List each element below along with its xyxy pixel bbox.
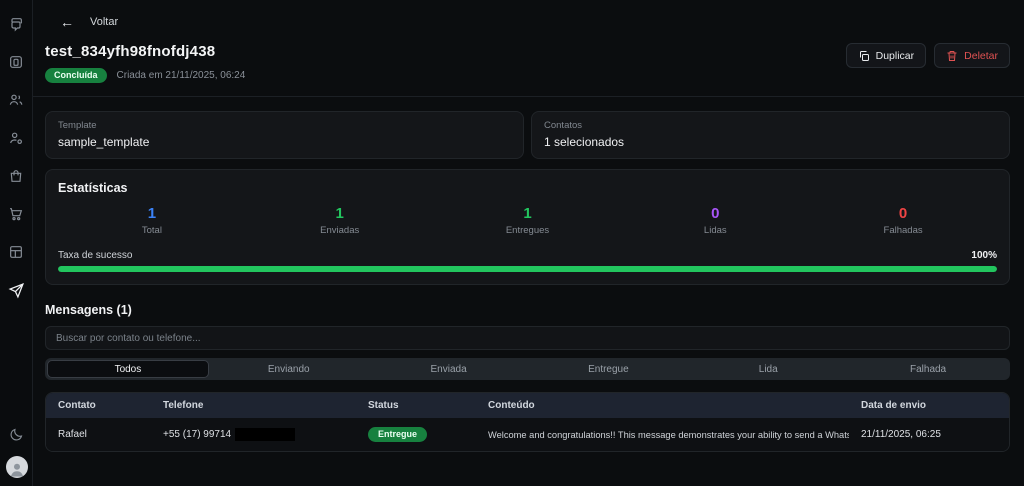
search-input[interactable] bbox=[45, 326, 1010, 350]
back-link[interactable]: Voltar bbox=[90, 16, 118, 28]
template-label: Template bbox=[58, 120, 511, 131]
template-card: Template sample_template bbox=[45, 111, 524, 159]
col-data-de-envio: Data de envio bbox=[849, 393, 1010, 418]
template-value: sample_template bbox=[58, 135, 511, 149]
stat-entregues: 1 Entregues bbox=[434, 205, 622, 236]
shopping-cart-icon[interactable] bbox=[4, 202, 28, 226]
messages-table: Contato Telefone Status Conteúdo Data de… bbox=[45, 392, 1010, 452]
page-title: test_834yfh98fnofdj438 bbox=[45, 43, 245, 60]
tab-entregue[interactable]: Entregue bbox=[528, 360, 688, 378]
trash-icon bbox=[946, 50, 958, 62]
cell-contact: Rafael bbox=[46, 418, 151, 451]
shopping-bag-icon[interactable] bbox=[4, 164, 28, 188]
table-header-row: Contato Telefone Status Conteúdo Data de… bbox=[46, 393, 1010, 418]
contacts-card: Contatos 1 selecionados bbox=[531, 111, 1010, 159]
panels-icon[interactable] bbox=[4, 240, 28, 264]
delete-button[interactable]: Deletar bbox=[934, 43, 1010, 68]
sidebar bbox=[0, 0, 33, 486]
cell-phone: +55 (17) 99714 bbox=[151, 418, 356, 451]
tab-todos[interactable]: Todos bbox=[47, 360, 209, 378]
chat-bubbles-icon[interactable] bbox=[4, 12, 28, 36]
statistics-title: Estatísticas bbox=[58, 181, 997, 195]
back-arrow-icon[interactable]: ← bbox=[60, 15, 74, 29]
success-progress-bar bbox=[58, 266, 997, 272]
col-conteudo: Conteúdo bbox=[476, 393, 849, 418]
stat-lidas: 0 Lidas bbox=[621, 205, 809, 236]
status-badge: Concluída bbox=[45, 68, 107, 83]
success-rate-value: 100% bbox=[971, 250, 997, 261]
statistics-card: Estatísticas 1 Total 1 Enviadas 1 Entreg… bbox=[45, 169, 1010, 285]
users-icon[interactable] bbox=[4, 88, 28, 112]
cell-date: 21/11/2025, 06:25 bbox=[849, 418, 1010, 451]
main-content: ← Voltar test_834yfh98fnofdj438 Concluíd… bbox=[33, 0, 1024, 486]
copy-icon bbox=[858, 50, 870, 62]
phone-redaction-box bbox=[235, 428, 295, 441]
cell-status: Entregue bbox=[356, 418, 476, 451]
col-status: Status bbox=[356, 393, 476, 418]
delivered-badge: Entregue bbox=[368, 427, 427, 442]
user-settings-icon[interactable] bbox=[4, 126, 28, 150]
back-row: ← Voltar bbox=[33, 0, 1024, 29]
moon-icon[interactable] bbox=[5, 422, 29, 446]
stat-total: 1 Total bbox=[58, 205, 246, 236]
contacts-label: Contatos bbox=[544, 120, 997, 131]
tab-falhada[interactable]: Falhada bbox=[848, 360, 1008, 378]
tab-lida[interactable]: Lida bbox=[688, 360, 848, 378]
tab-enviada[interactable]: Enviada bbox=[369, 360, 529, 378]
messages-title: Mensagens (1) bbox=[33, 285, 1024, 317]
success-rate-label: Taxa de sucesso bbox=[58, 250, 133, 261]
stat-falhadas: 0 Falhadas bbox=[809, 205, 997, 236]
status-filter-tabs: Todos Enviando Enviada Entregue Lida Fal… bbox=[45, 358, 1010, 380]
device-icon[interactable] bbox=[4, 50, 28, 74]
duplicate-button[interactable]: Duplicar bbox=[846, 43, 927, 68]
user-avatar[interactable] bbox=[6, 456, 28, 478]
contacts-value: 1 selecionados bbox=[544, 135, 997, 149]
tab-enviando[interactable]: Enviando bbox=[209, 360, 369, 378]
created-at-text: Criada em 21/11/2025, 06:24 bbox=[117, 70, 246, 81]
col-contato: Contato bbox=[46, 393, 151, 418]
cell-content: Welcome and congratulations!! This messa… bbox=[476, 418, 849, 451]
col-telefone: Telefone bbox=[151, 393, 356, 418]
stat-enviadas: 1 Enviadas bbox=[246, 205, 434, 236]
table-row[interactable]: Rafael +55 (17) 99714 Entregue Welcome a… bbox=[46, 418, 1010, 451]
send-icon[interactable] bbox=[4, 278, 28, 302]
success-progress-fill bbox=[58, 266, 997, 272]
